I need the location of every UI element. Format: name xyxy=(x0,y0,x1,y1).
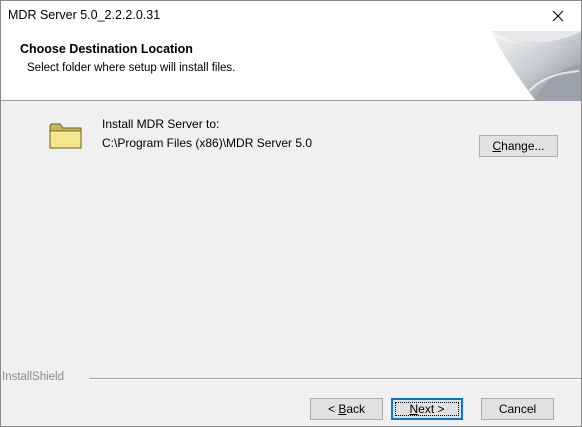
installshield-brand: InstallShield xyxy=(2,371,65,383)
page-subtitle: Select folder where setup will install f… xyxy=(27,62,236,74)
change-label: hange... xyxy=(501,139,545,153)
window-title: MDR Server 5.0_2.2.2.0.31 xyxy=(8,8,161,22)
install-path: C:\Program Files (x86)\MDR Server 5.0 xyxy=(102,136,313,150)
change-mnemonic: C xyxy=(492,139,502,153)
change-button[interactable]: Change... xyxy=(479,135,558,157)
back-label: ack xyxy=(346,402,366,416)
setup-window: MDR Server 5.0_2.2.2.0.31 Choose Destina… xyxy=(0,0,582,427)
title-bar[interactable]: MDR Server 5.0_2.2.2.0.31 xyxy=(1,1,581,31)
footer-divider xyxy=(89,378,581,380)
folder-icon xyxy=(49,123,82,149)
next-label: ext > xyxy=(418,402,445,416)
page-curl-art xyxy=(491,31,581,100)
close-button[interactable] xyxy=(535,1,581,31)
page-title: Choose Destination Location xyxy=(20,42,193,56)
back-prefix: < xyxy=(327,402,339,416)
close-icon xyxy=(552,10,564,22)
back-button[interactable]: < Back xyxy=(310,398,383,420)
back-mnemonic: B xyxy=(338,402,347,416)
cancel-button[interactable]: Cancel xyxy=(481,398,554,420)
install-location-label: Install MDR Server to: xyxy=(102,117,220,131)
wizard-header: Choose Destination Location Select folde… xyxy=(1,31,581,101)
next-mnemonic: N xyxy=(409,402,419,416)
next-button[interactable]: Next > xyxy=(391,398,463,420)
